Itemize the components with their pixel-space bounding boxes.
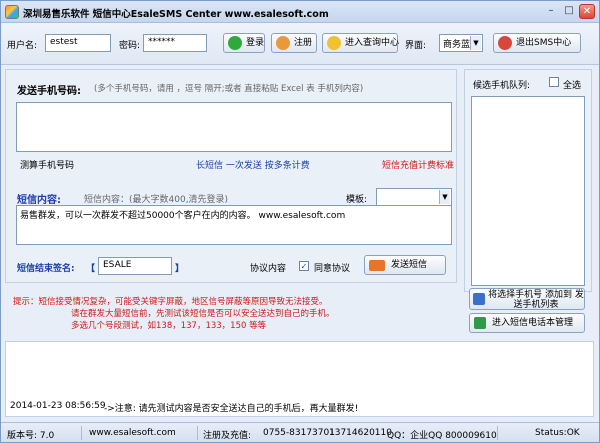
exit-icon: [498, 36, 512, 50]
status-divider: [197, 426, 198, 440]
status-divider: [81, 426, 82, 440]
add-to-send-list-label: 将选择手机号 添加到 发送手机列表: [488, 290, 584, 310]
ui-theme-value: 商务蓝: [443, 40, 471, 50]
signature-close-bracket: 】: [175, 264, 185, 274]
phone-numbers-hint: (多个手机号码，请用 ，逗号 隔开;或者 直接粘贴 Excel 表 手机列内容): [94, 84, 364, 94]
app-logo-icon: [5, 5, 19, 19]
ui-label: 界面:: [405, 41, 427, 51]
login-label: 登录: [246, 38, 265, 48]
template-label: 模板:: [346, 195, 368, 205]
title-bar: 深圳易售乐软件 短信中心EsaleSMS Center www.esalesof…: [1, 1, 599, 23]
sms-content-textarea[interactable]: 易售群发，可以一次群发不超过50000个客户在内的内容。 www.esaleso…: [16, 205, 452, 245]
key-icon: [327, 36, 341, 50]
log-message: ->注意: 请先测试内容是否安全送达自己的手机后，再大量群发!: [104, 404, 359, 414]
notice-line-3: 多选几个号段测试，如138，137，133，150 等等: [71, 321, 267, 331]
candidate-queue-label: 候选手机队列:: [473, 81, 531, 91]
count-phones-button[interactable]: 测算手机号码: [20, 158, 74, 171]
website-link[interactable]: www.esalesoft.com: [89, 428, 176, 438]
login-toolbar: 用户名: estest 密码: ****** 登录 注册 进入查询中心 界面: …: [1, 23, 599, 65]
query-center-label: 进入查询中心: [345, 38, 400, 48]
phone-2-text: 13714620110: [329, 428, 392, 438]
add-to-send-list-button[interactable]: 将选择手机号 添加到 发送手机列表: [469, 288, 585, 310]
version-text: 版本号: 7.0: [7, 431, 55, 441]
envelope-icon: [369, 260, 385, 271]
signature-input[interactable]: ESALE: [98, 257, 172, 275]
signature-open-bracket: 【: [86, 264, 96, 274]
select-all-checkbox[interactable]: [549, 77, 559, 90]
phonebook-button[interactable]: 进入短信电话本管理: [469, 313, 585, 333]
chevron-down-icon: ▼: [470, 36, 481, 50]
qq-text: QQ：企业QQ 800009610: [387, 431, 497, 441]
send-panel: 发送手机号码: (多个手机号码，请用 ，逗号 隔开;或者 直接粘贴 Excel …: [5, 69, 457, 283]
phonebook-icon: [474, 317, 486, 329]
exit-sms-button[interactable]: 退出SMS中心: [493, 33, 581, 53]
checkbox-unchecked-icon: [549, 77, 559, 87]
password-label: 密码:: [119, 41, 141, 51]
chevron-down-icon: ▼: [439, 190, 450, 204]
send-sms-button[interactable]: 发送短信: [364, 255, 446, 275]
password-input[interactable]: ******: [143, 34, 207, 52]
template-select[interactable]: ▼: [376, 188, 452, 206]
rate-standard-link[interactable]: 短信充值计费标准: [382, 158, 454, 171]
log-time: 2014-01-23 08:56:59: [10, 401, 106, 411]
agree-label: 同意协议: [314, 264, 351, 274]
window-title: 深圳易售乐软件 短信中心EsaleSMS Center www.esalesof…: [23, 9, 329, 20]
message-log: 2014-01-23 08:56:59 ->注意: 请先测试内容是否安全送达自己…: [5, 341, 594, 417]
register-label: 注册: [294, 38, 313, 48]
send-sms-label: 发送短信: [391, 260, 428, 270]
minimize-button[interactable]: –: [543, 4, 559, 19]
phonebook-label: 进入短信电话本管理: [492, 318, 574, 328]
agreement-link[interactable]: 协议内容: [250, 261, 286, 274]
sms-content-text: 易售群发，可以一次群发不超过50000个客户在内的内容。 www.esaleso…: [20, 211, 346, 221]
close-button[interactable]: ✕: [579, 4, 595, 19]
candidate-phone-list[interactable]: [471, 96, 585, 286]
register-charge-label: 注册及充值:: [203, 431, 252, 441]
signature-label: 短信结束签名:: [17, 264, 75, 274]
checkbox-checked-icon: [299, 261, 309, 271]
username-input[interactable]: estest: [45, 34, 111, 52]
status-ok-text: Status:OK: [535, 428, 580, 438]
phone-1-text: 0755-83173701: [263, 428, 335, 438]
select-all-label: 全选: [563, 81, 582, 91]
status-divider: [497, 426, 498, 440]
query-center-button[interactable]: 进入查询中心: [322, 33, 400, 53]
candidate-queue-panel: 候选手机队列: 全选: [464, 69, 592, 292]
check-icon: [228, 36, 242, 50]
app-window: 深圳易售乐软件 短信中心EsaleSMS Center www.esalesof…: [0, 0, 600, 443]
sms-content-label: 短信内容:: [17, 195, 61, 206]
register-button[interactable]: 注册: [271, 33, 317, 53]
ui-theme-select[interactable]: 商务蓝 ▼: [439, 34, 483, 52]
agree-checkbox[interactable]: [299, 261, 309, 272]
login-button[interactable]: 登录: [223, 33, 265, 53]
notice-line-1: 提示：短信接受情况复杂，可能受关键字屏蔽，地区信号屏蔽等原因导致无法接受。: [13, 297, 328, 307]
long-sms-info: 长短信 一次发送 按多条计费: [196, 161, 310, 171]
username-label: 用户名:: [7, 41, 38, 51]
notice-line-2: 请在群发大量短信前，先测试该短信是否可以安全送达到自己的手机。: [71, 309, 335, 319]
phone-numbers-textarea[interactable]: [16, 102, 452, 152]
sms-content-hint: 短信内容：(最大字数400,清先登录): [84, 195, 229, 205]
add-list-icon: [473, 293, 485, 305]
status-bar: 版本号: 7.0 www.esalesoft.com 注册及充值: 0755-8…: [1, 422, 599, 442]
exit-sms-label: 退出SMS中心: [516, 38, 572, 48]
user-icon: [276, 36, 290, 50]
maximize-button[interactable]: □: [561, 4, 577, 19]
phone-numbers-label: 发送手机号码:: [17, 86, 81, 97]
